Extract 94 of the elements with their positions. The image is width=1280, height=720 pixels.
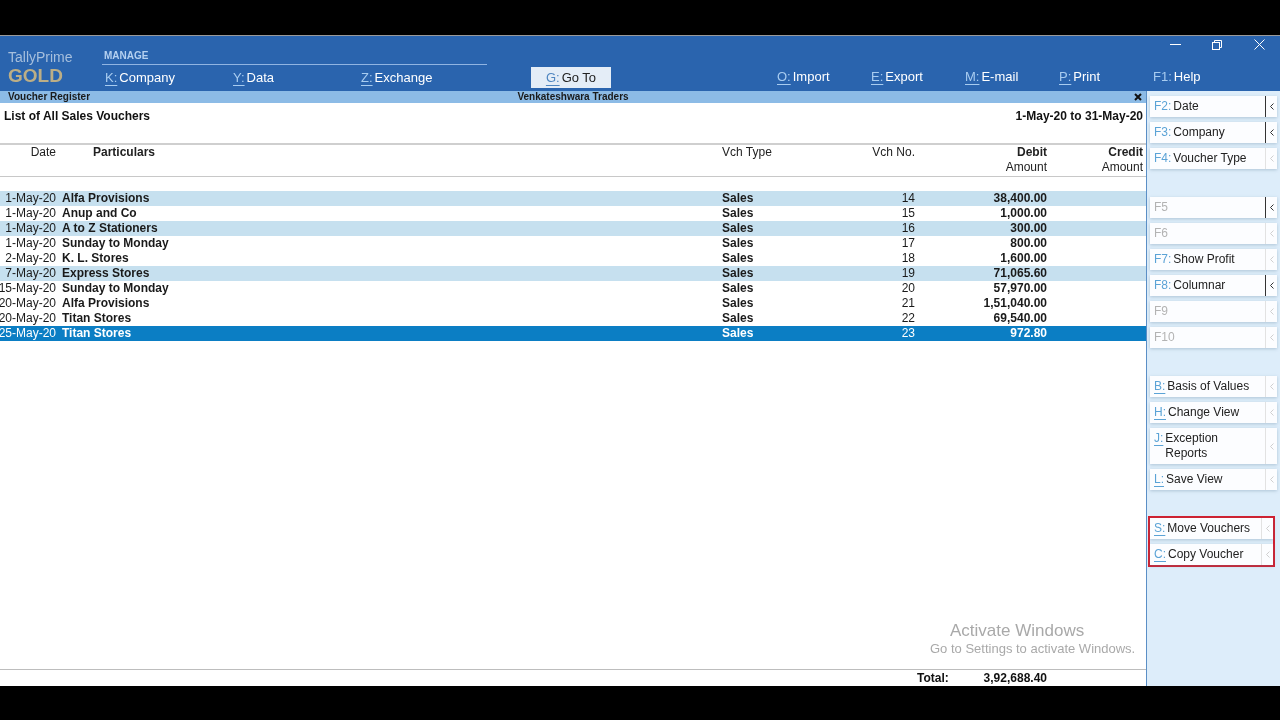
table-cell: K. L. Stores — [62, 251, 129, 266]
table-row[interactable]: 7-May-20 Express Stores Sales 19 71,065.60 — [0, 266, 1146, 281]
menu-item[interactable]: F1:Help — [1153, 69, 1201, 85]
table-cell: 16 — [901, 221, 915, 236]
menu-item[interactable]: M:E-mail — [965, 69, 1019, 85]
total-label: Total: — [917, 670, 949, 686]
product-name: TallyPrime — [8, 48, 73, 66]
table-cell: Alfa Provisions — [62, 296, 150, 311]
menu-item[interactable]: E:Export — [871, 69, 923, 85]
table-cell: Titan Stores — [62, 311, 132, 326]
table-cell: Sunday to Monday — [62, 236, 169, 251]
table-cell: 21 — [901, 296, 915, 311]
table-row[interactable]: 25-May-20 Titan Stores Sales 23 972.80 — [0, 326, 1146, 341]
activation-notice-title: Activate Windows — [950, 621, 1085, 641]
table-cell: 18 — [901, 251, 915, 266]
table-cell: 1,000.00 — [1000, 206, 1047, 221]
table-cell: 300.00 — [1010, 221, 1047, 236]
sidebar-button[interactable]: F8: Columnar — [1150, 275, 1277, 296]
table-cell: 22 — [901, 311, 915, 326]
table-cell: Alfa Provisions — [62, 191, 150, 206]
table-cell: Titan Stores — [62, 326, 132, 341]
menu-item[interactable]: K:Company — [105, 70, 175, 86]
table-cell: Sales — [722, 236, 754, 251]
table-cell: 1-May-20 — [5, 236, 56, 251]
table-cell: Anup and Co — [62, 206, 137, 221]
table-cell: 17 — [901, 236, 915, 251]
table-cell: 20-May-20 — [0, 296, 56, 311]
table-cell: 20 — [901, 281, 915, 296]
table-cell: A to Z Stationers — [62, 221, 158, 236]
table-cell: 69,540.00 — [993, 311, 1047, 326]
table-cell: Sales — [722, 326, 754, 341]
table-cell: 15 — [901, 206, 915, 221]
report-name: Voucher Register — [8, 91, 91, 103]
column-header: Debit Amount — [1005, 145, 1047, 175]
report-period: 1-May-20 to 31-May-20 — [1015, 109, 1143, 123]
sidebar-button[interactable]: J: Exception Reports — [1150, 428, 1277, 464]
table-cell: 1,600.00 — [1000, 251, 1047, 266]
table-cell: Sunday to Monday — [62, 281, 169, 296]
sidebar-button[interactable]: C: Copy Voucher — [1150, 544, 1273, 565]
sidebar-button[interactable]: B: Basis of Values — [1150, 376, 1277, 397]
table-cell: 23 — [901, 326, 915, 341]
menu-group-heading: MANAGE — [104, 50, 149, 62]
table-cell: 25-May-20 — [0, 326, 56, 341]
table-cell: Sales — [722, 296, 754, 311]
table-cell: 2-May-20 — [5, 251, 56, 266]
table-cell: Sales — [722, 311, 754, 326]
menu-item[interactable]: O:Import — [777, 69, 830, 85]
table-cell: Sales — [722, 266, 754, 281]
table-cell: 14 — [901, 191, 915, 206]
table-cell: 7-May-20 — [5, 266, 56, 281]
table-cell: Sales — [722, 221, 754, 236]
table-cell: Sales — [722, 281, 754, 296]
table-cell: 800.00 — [1010, 236, 1047, 251]
sidebar-button[interactable]: F4: Voucher Type — [1150, 148, 1277, 169]
table-cell: 20-May-20 — [0, 311, 56, 326]
close-icon[interactable] — [1134, 93, 1142, 101]
table-cell: Express Stores — [62, 266, 150, 281]
table-cell: 19 — [901, 266, 915, 281]
sidebar-button[interactable]: H: Change View — [1150, 402, 1277, 423]
minimize-icon[interactable] — [1169, 44, 1181, 45]
table-cell: 1-May-20 — [5, 206, 56, 221]
table-cell: 71,065.60 — [993, 266, 1047, 281]
column-header: Vch No. — [872, 145, 915, 160]
menu-item[interactable]: P:Print — [1059, 69, 1101, 85]
sidebar-button[interactable]: S: Move Vouchers — [1150, 518, 1273, 539]
sidebar-button[interactable]: F2: Date — [1150, 96, 1277, 117]
table-row[interactable]: 1-May-20 Alfa Provisions Sales 14 38,400.00 — [0, 191, 1146, 206]
table-cell: 972.80 — [1010, 326, 1047, 341]
sidebar-button[interactable]: F3: Company — [1150, 122, 1277, 143]
go-to-button[interactable]: G:Go To — [531, 67, 611, 88]
edition-name: GOLD — [8, 66, 63, 86]
restore-icon[interactable] — [1212, 39, 1222, 50]
column-header: Date — [30, 145, 56, 160]
menu-item[interactable]: Y:Data — [233, 70, 275, 86]
table-cell: Sales — [722, 206, 754, 221]
column-header: Vch Type — [722, 145, 772, 160]
table-cell: Sales — [722, 191, 754, 206]
menu-item[interactable]: Z:Exchange — [361, 70, 433, 86]
activation-notice-text: Go to Settings to activate Windows. — [930, 641, 1136, 657]
table-cell: 57,970.00 — [993, 281, 1047, 296]
total-amount: 3,92,688.40 — [983, 670, 1047, 686]
table-cell: Sales — [722, 251, 754, 266]
table-cell: 15-May-20 — [0, 281, 56, 296]
table-cell: 38,400.00 — [993, 191, 1047, 206]
column-header: Credit Amount — [1101, 145, 1143, 175]
sidebar-button[interactable]: F7: Show Profit — [1150, 249, 1277, 270]
column-header: Particulars — [93, 145, 156, 160]
table-row[interactable]: 1-May-20 A to Z Stationers Sales 16 300.00 — [0, 221, 1146, 236]
table-cell: 1-May-20 — [5, 221, 56, 236]
table-cell: 1,51,040.00 — [983, 296, 1047, 311]
sidebar-button[interactable]: L: Save View — [1150, 469, 1277, 490]
report-heading: List of All Sales Vouchers — [4, 109, 151, 123]
company-name: Venkateshwara Traders — [517, 91, 629, 103]
table-cell: 1-May-20 — [5, 191, 56, 206]
